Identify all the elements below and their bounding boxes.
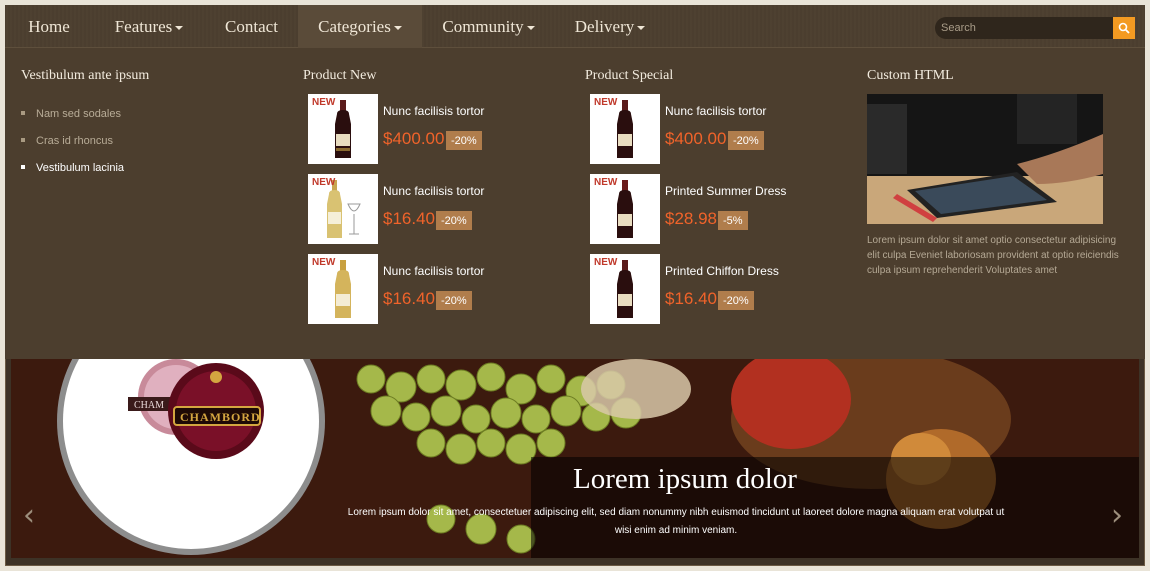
product-thumbnail[interactable]: NEW bbox=[590, 254, 660, 324]
column-title: Product New bbox=[303, 68, 377, 83]
category-list: Nam sed sodales Cras id rhoncus Vestibul… bbox=[21, 100, 124, 181]
product-item[interactable]: NEW Nunc facilisis tortor $16.40 -20% bbox=[308, 174, 558, 244]
column-title: Custom HTML bbox=[867, 68, 954, 83]
nav-label: Delivery bbox=[574, 16, 635, 36]
new-badge: NEW bbox=[312, 97, 336, 108]
discount-badge: -20% bbox=[728, 131, 764, 150]
slider-prev-arrow-icon[interactable]: ‹ bbox=[23, 498, 35, 533]
nav-item-community[interactable]: Community bbox=[422, 5, 555, 48]
caret-down-icon bbox=[526, 26, 535, 30]
category-link-label: Cras id rhoncus bbox=[36, 134, 114, 147]
product-name[interactable]: Nunc facilisis tortor bbox=[383, 184, 484, 198]
product-thumbnail[interactable]: NEW bbox=[590, 94, 660, 164]
discount-badge: -20% bbox=[446, 131, 482, 150]
product-name[interactable]: Printed Chiffon Dress bbox=[665, 264, 779, 278]
discount-badge: -20% bbox=[436, 291, 472, 310]
product-price: $16.40 bbox=[383, 289, 435, 308]
search-icon bbox=[1118, 22, 1130, 34]
category-link-label: Vestibulum lacinia bbox=[36, 161, 125, 174]
caret-down-icon bbox=[393, 26, 402, 30]
product-item[interactable]: NEW Nunc facilisis tortor $400.00 -20% bbox=[590, 94, 840, 164]
product-item[interactable]: NEW Nunc facilisis tortor $16.40 -20% bbox=[308, 254, 558, 324]
bottle-label-partial: CHAM bbox=[134, 400, 164, 411]
search-button[interactable] bbox=[1113, 17, 1135, 39]
column-title: Vestibulum ante ipsum bbox=[21, 68, 150, 83]
caret-down-icon bbox=[175, 26, 184, 30]
hero-slider: CHAM CHAMBORD Lorem ipsum dolor Lorem ip… bbox=[11, 359, 1139, 558]
category-link-label: Nam sed sodales bbox=[36, 107, 121, 120]
new-badge: NEW bbox=[312, 177, 336, 188]
categories-mega-menu: Vestibulum ante ipsum Nam sed sodales Cr… bbox=[5, 48, 1145, 359]
product-thumbnail[interactable]: NEW bbox=[308, 174, 378, 244]
nav-item-home[interactable]: Home bbox=[5, 5, 93, 48]
nav-label: Features bbox=[114, 16, 173, 36]
product-price: $400.00 bbox=[383, 129, 445, 148]
slide-title: Lorem ipsum dolor bbox=[573, 463, 797, 495]
new-badge: NEW bbox=[312, 257, 336, 268]
tablet-photo-illustration bbox=[867, 94, 1103, 224]
product-thumbnail[interactable]: NEW bbox=[308, 254, 378, 324]
product-name[interactable]: Printed Summer Dress bbox=[665, 184, 786, 198]
product-price: $400.00 bbox=[665, 129, 727, 148]
product-name[interactable]: Nunc facilisis tortor bbox=[383, 104, 484, 118]
caret-down-icon bbox=[637, 26, 646, 30]
product-price: $28.98 bbox=[665, 209, 717, 228]
column-title: Product Special bbox=[585, 68, 674, 83]
nav-label: Categories bbox=[318, 16, 391, 36]
nav-label: Community bbox=[442, 16, 524, 36]
category-link[interactable]: Cras id rhoncus bbox=[21, 127, 124, 154]
product-thumbnail[interactable]: NEW bbox=[308, 94, 378, 164]
category-link-active[interactable]: Vestibulum lacinia bbox=[21, 154, 124, 181]
tablet-photo bbox=[867, 94, 1103, 224]
search-input[interactable] bbox=[935, 17, 1113, 39]
product-price: $16.40 bbox=[383, 209, 435, 228]
nav-item-features[interactable]: Features bbox=[93, 5, 205, 48]
discount-badge: -5% bbox=[718, 211, 748, 230]
slider-next-arrow-icon[interactable]: › bbox=[1111, 498, 1123, 533]
product-price: $16.40 bbox=[665, 289, 717, 308]
new-badge: NEW bbox=[594, 97, 618, 108]
bottle-label: CHAMBORD bbox=[180, 410, 261, 424]
new-badge: NEW bbox=[594, 177, 618, 188]
nav-label: Home bbox=[28, 16, 70, 36]
product-name[interactable]: Nunc facilisis tortor bbox=[383, 264, 484, 278]
product-item[interactable]: NEW Nunc facilisis tortor $400.00 -20% bbox=[308, 94, 558, 164]
slide-description: Lorem ipsum dolor sit amet, consectetuer… bbox=[347, 507, 1005, 536]
nav-item-categories[interactable]: Categories bbox=[298, 5, 422, 48]
nav-label: Contact bbox=[225, 16, 278, 36]
custom-html-text: Lorem ipsum dolor sit amet optio consect… bbox=[867, 235, 1119, 276]
discount-badge: -20% bbox=[436, 211, 472, 230]
category-link[interactable]: Nam sed sodales bbox=[21, 100, 124, 127]
product-name[interactable]: Nunc facilisis tortor bbox=[665, 104, 766, 118]
new-badge: NEW bbox=[594, 257, 618, 268]
discount-badge: -20% bbox=[718, 291, 754, 310]
product-item[interactable]: NEW Printed Chiffon Dress $16.40 -20% bbox=[590, 254, 840, 324]
chambord-bottles: CHAM CHAMBORD bbox=[128, 359, 264, 459]
nav-item-delivery[interactable]: Delivery bbox=[555, 5, 665, 48]
product-item[interactable]: NEW Printed Summer Dress $28.98 -5% bbox=[590, 174, 840, 244]
nav-item-contact[interactable]: Contact bbox=[205, 5, 298, 48]
product-thumbnail[interactable]: NEW bbox=[590, 174, 660, 244]
